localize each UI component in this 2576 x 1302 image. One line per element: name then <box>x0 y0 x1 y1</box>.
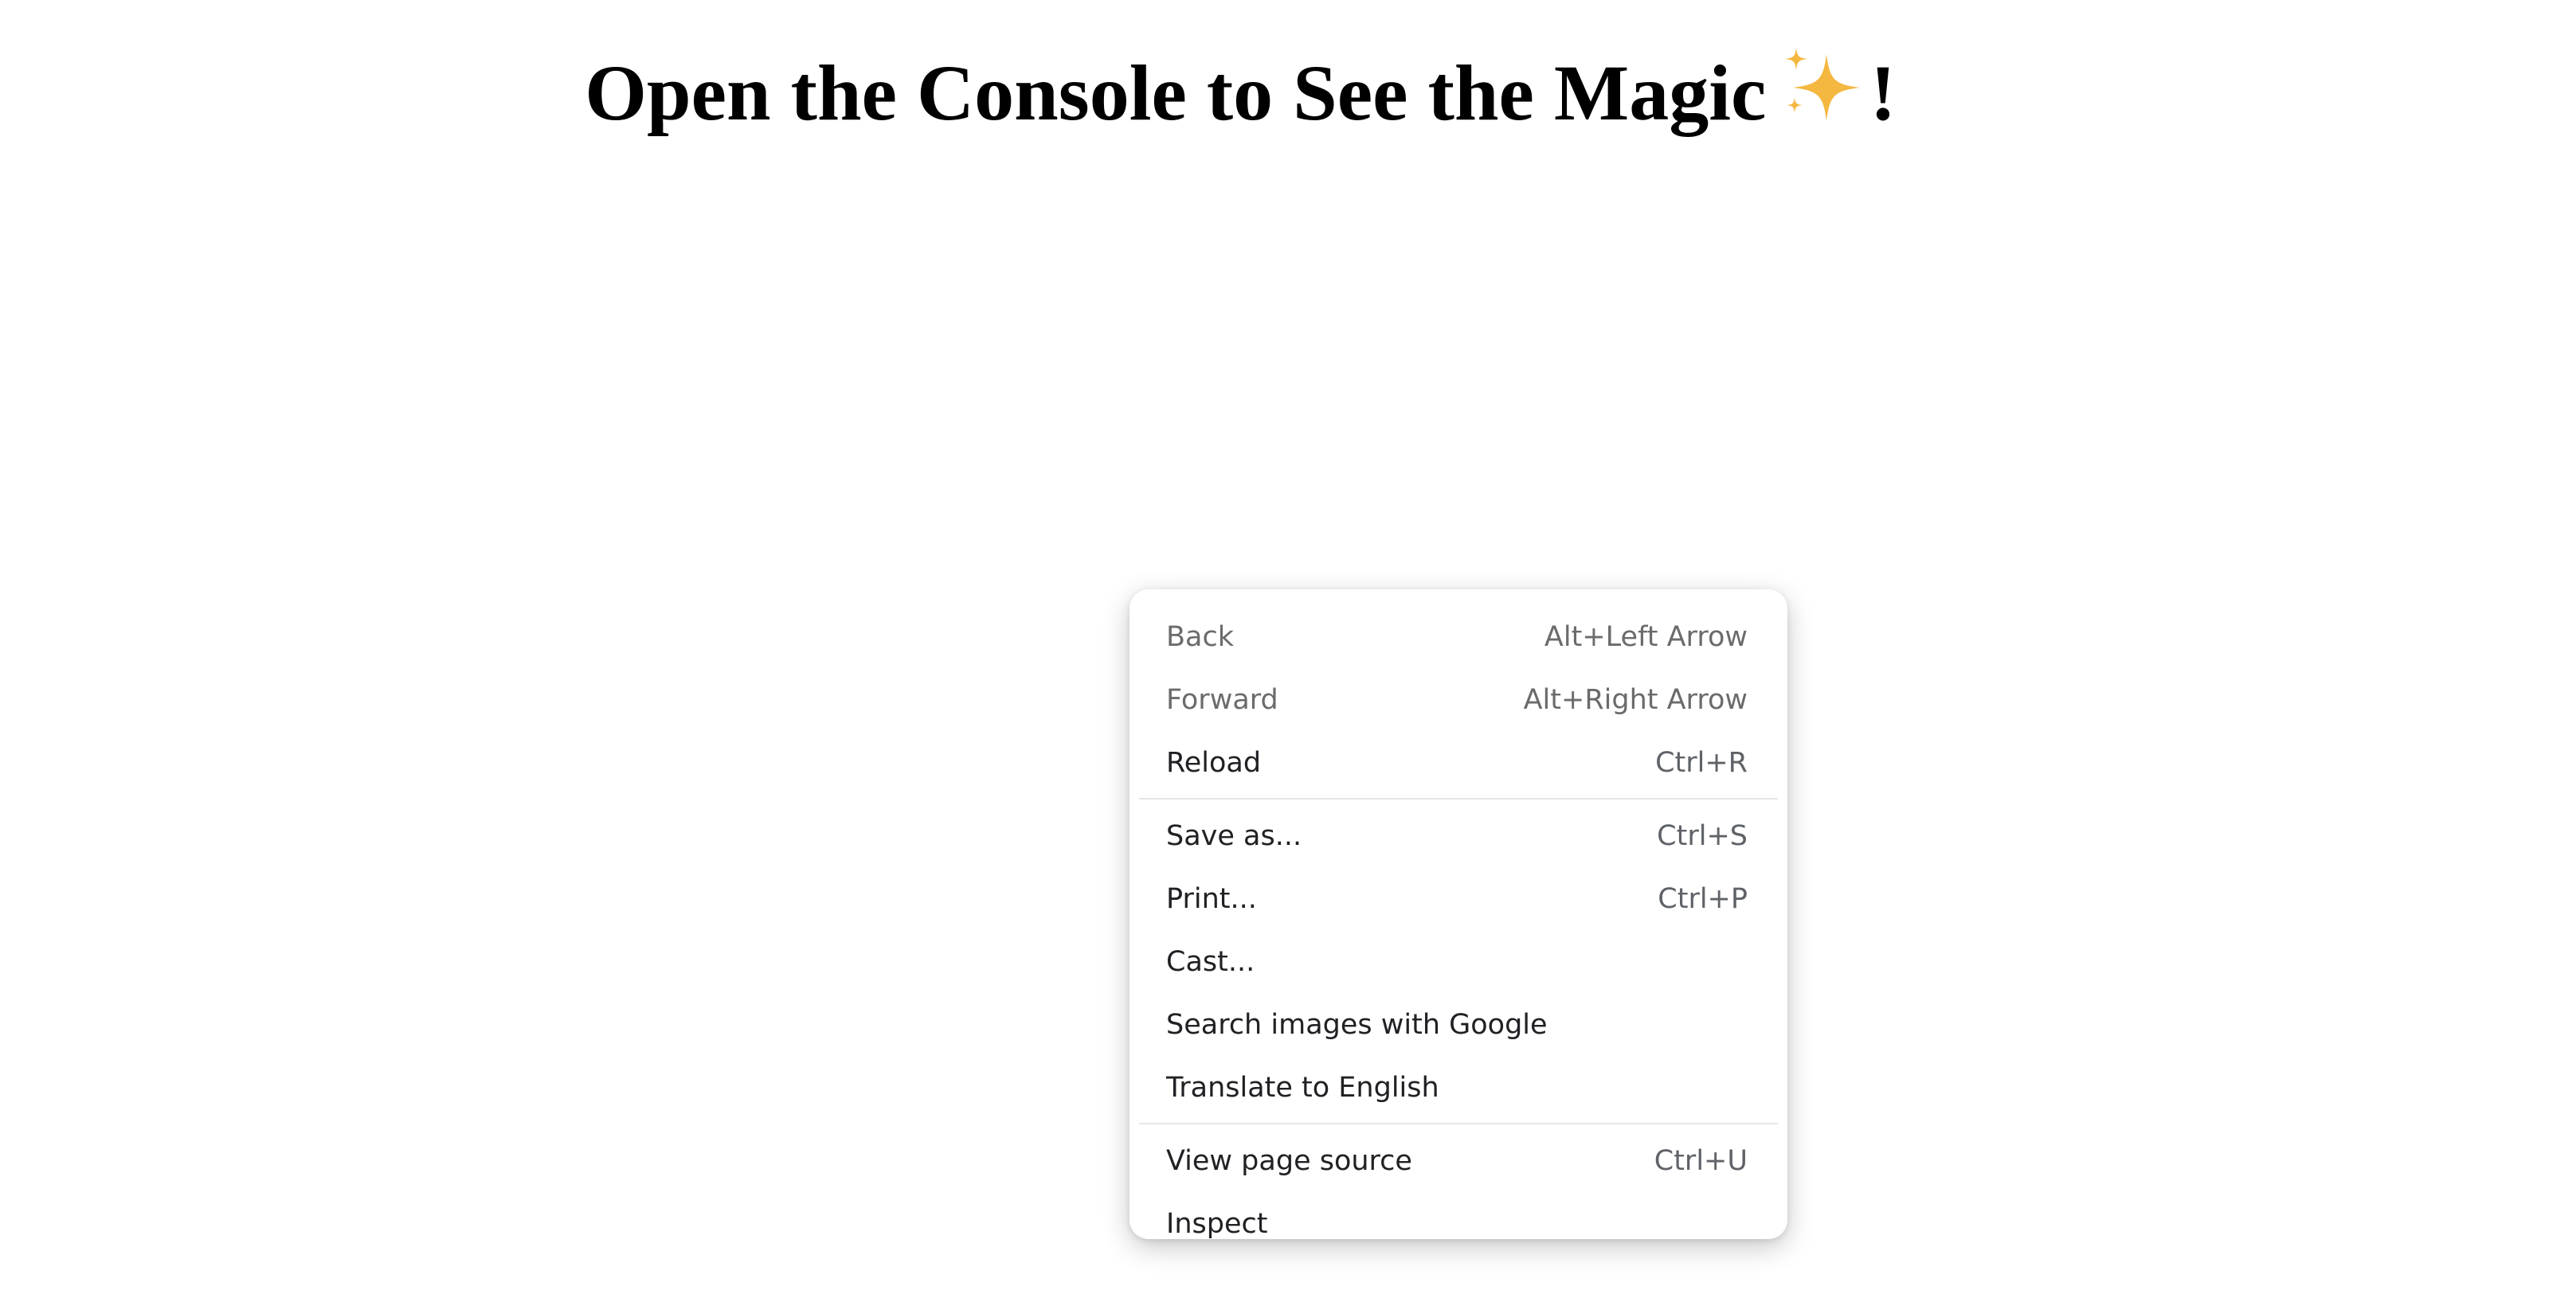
menu-item-save-as[interactable]: Save as... Ctrl+S <box>1129 804 1787 867</box>
menu-item-shortcut: Ctrl+P <box>1658 882 1748 915</box>
menu-separator <box>1139 798 1778 800</box>
menu-item-label: Inspect <box>1166 1207 1268 1240</box>
menu-item-print[interactable]: Print... Ctrl+P <box>1129 867 1787 930</box>
menu-item-label: Print... <box>1166 882 1257 915</box>
context-menu: Back Alt+Left Arrow Forward Alt+Right Arrow… <box>1129 589 1787 1240</box>
menu-item-inspect[interactable]: Inspect <box>1129 1192 1787 1255</box>
menu-item-label: View page source <box>1166 1144 1412 1177</box>
menu-item-search-images-with-google[interactable]: Search images with Google <box>1129 993 1787 1056</box>
menu-item-forward[interactable]: Forward Alt+Right Arrow <box>1129 668 1787 731</box>
menu-item-reload[interactable]: Reload Ctrl+R <box>1129 731 1787 794</box>
menu-item-translate-to-english[interactable]: Translate to English <box>1129 1056 1787 1119</box>
menu-separator <box>1139 1123 1778 1124</box>
menu-item-shortcut: Ctrl+S <box>1657 819 1748 852</box>
menu-item-label: Save as... <box>1166 819 1302 852</box>
menu-item-label: Cast... <box>1166 945 1255 978</box>
menu-item-cast[interactable]: Cast... <box>1129 930 1787 993</box>
menu-item-shortcut: Alt+Right Arrow <box>1523 683 1748 716</box>
menu-item-shortcut: Ctrl+R <box>1655 746 1748 779</box>
sparkles-icon <box>1785 48 1861 121</box>
menu-item-back[interactable]: Back Alt+Left Arrow <box>1129 605 1787 668</box>
menu-item-label: Back <box>1166 620 1234 653</box>
menu-item-label: Translate to English <box>1166 1071 1439 1104</box>
menu-item-shortcut: Alt+Left Arrow <box>1544 620 1748 653</box>
menu-item-label: Reload <box>1166 746 1262 779</box>
page-title-suffix: ! <box>1869 49 1897 137</box>
page-title-text: Open the Console to See the Magic <box>585 49 1767 137</box>
menu-item-label: Forward <box>1166 683 1278 716</box>
menu-item-label: Search images with Google <box>1166 1008 1548 1041</box>
page-title: Open the Console to See the Magic! <box>0 41 2481 145</box>
menu-item-shortcut: Ctrl+U <box>1654 1144 1748 1177</box>
menu-item-view-page-source[interactable]: View page source Ctrl+U <box>1129 1129 1787 1192</box>
